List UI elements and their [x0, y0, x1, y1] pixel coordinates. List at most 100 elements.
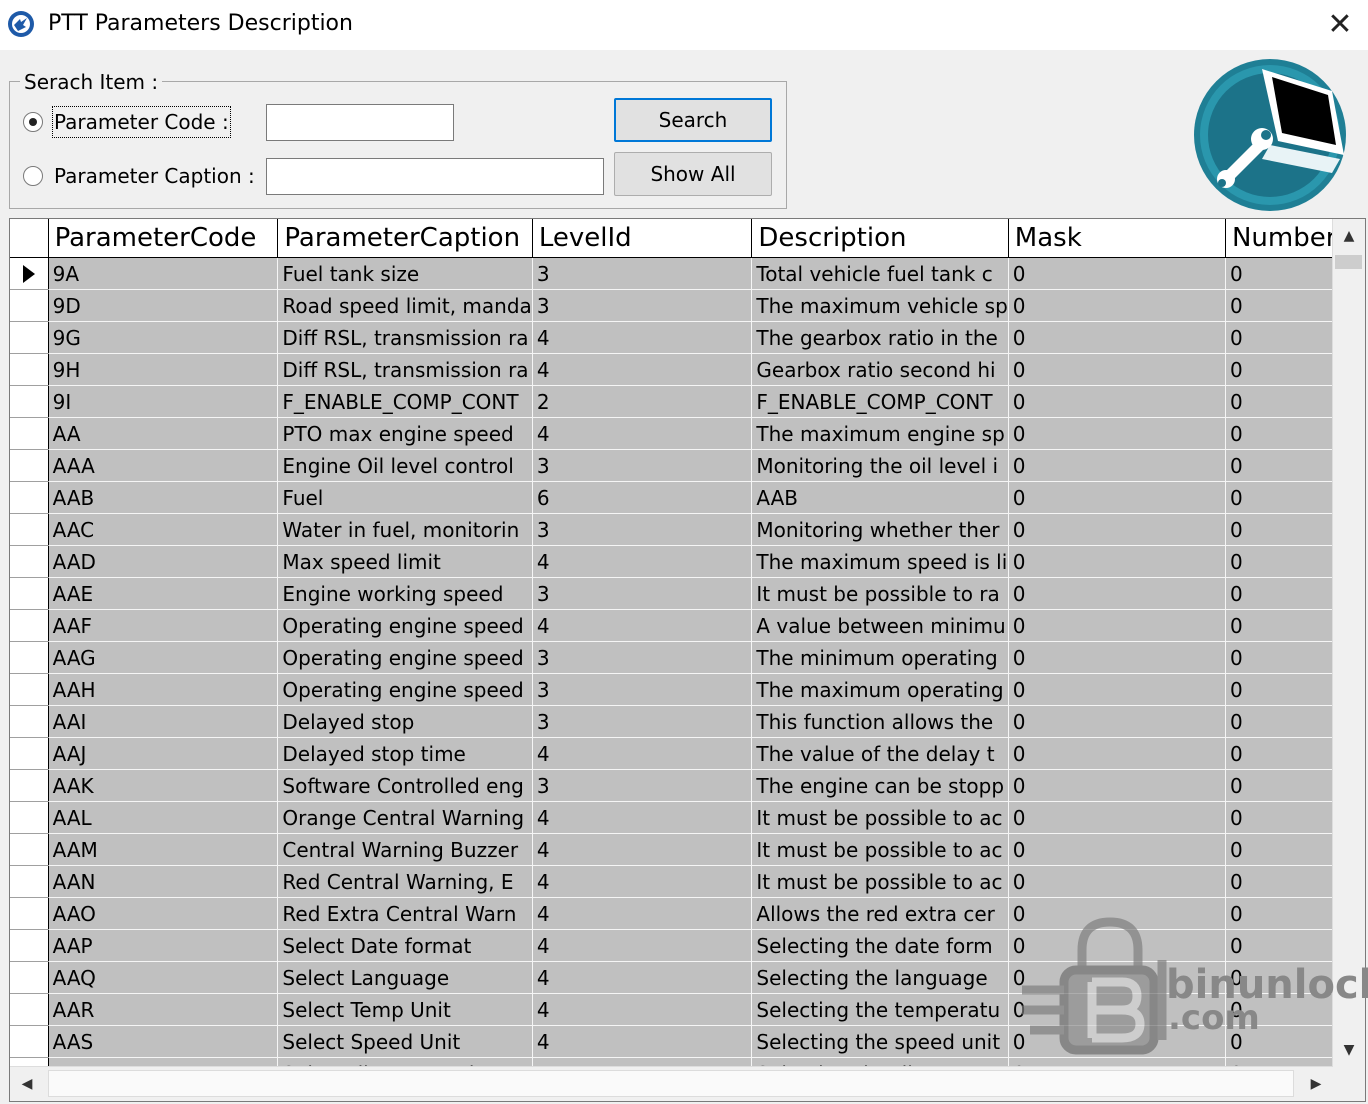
cell-mask[interactable]: 0 [1008, 577, 1226, 610]
scroll-up-arrow-icon[interactable]: ▲ [1333, 219, 1365, 253]
table-row[interactable]: AAI Delayed stop 3 This function allows the… [10, 705, 1365, 738]
cell-mask[interactable]: 0 [1008, 417, 1226, 450]
row-selector[interactable] [10, 609, 49, 642]
cell-parametercode[interactable]: 9A [48, 257, 279, 290]
cell-levelid[interactable]: 4 [532, 321, 753, 354]
cell-levelid[interactable]: 3 [532, 449, 753, 482]
cell-levelid[interactable]: 3 [532, 641, 753, 674]
table-row[interactable]: AAL Orange Central Warning 4 It must be pos… [10, 801, 1365, 834]
cell-description[interactable]: It must be possible to ac [751, 833, 1009, 866]
table-row[interactable]: AAJ Delayed stop time 4 The value of the de… [10, 737, 1365, 770]
cell-parametercode[interactable]: AAP [48, 929, 279, 962]
row-selector[interactable] [10, 993, 49, 1026]
cell-mask[interactable]: 0 [1008, 385, 1226, 418]
cell-description[interactable]: The minimum operating [751, 641, 1009, 674]
row-selector[interactable] [10, 385, 49, 418]
row-selector[interactable] [10, 961, 49, 994]
cell-mask[interactable]: 0 [1008, 609, 1226, 642]
cell-levelid[interactable]: 3 [532, 513, 753, 546]
row-selector[interactable] [10, 769, 49, 802]
table-row[interactable]: 9D Road speed limit, manda 3 The maximum ve… [10, 289, 1365, 322]
cell-parametercaption[interactable]: Diff RSL, transmission ra [277, 321, 533, 354]
row-selector[interactable] [10, 705, 49, 738]
cell-description[interactable]: Gearbox ratio second hi [751, 353, 1009, 386]
cell-levelid[interactable]: 4 [532, 929, 753, 962]
cell-description[interactable]: F_ENABLE_COMP_CONT [751, 385, 1009, 418]
cell-parametercode[interactable]: AAN [48, 865, 279, 898]
cell-parametercode[interactable]: AAS [48, 1025, 279, 1058]
cell-description[interactable]: AAB [751, 481, 1009, 514]
row-selector[interactable] [10, 257, 49, 290]
cell-description[interactable]: This function allows the [751, 705, 1009, 738]
table-row[interactable]: AAH Operating engine speed 3 The maximum op… [10, 673, 1365, 706]
cell-parametercaption[interactable]: Red Extra Central Warn [277, 897, 533, 930]
row-selector[interactable] [10, 673, 49, 706]
cell-levelid[interactable]: 3 [532, 705, 753, 738]
cell-mask[interactable]: 0 [1008, 289, 1226, 322]
cell-parametercaption[interactable]: Orange Central Warning [277, 801, 533, 834]
cell-parametercode[interactable]: AAR [48, 993, 279, 1026]
cell-parametercaption[interactable]: Engine working speed [277, 577, 533, 610]
column-header-mask[interactable]: Mask [1008, 219, 1226, 258]
cell-parametercode[interactable]: AAD [48, 545, 279, 578]
cell-parametercode[interactable]: AAE [48, 577, 279, 610]
table-row[interactable]: AAM Central Warning Buzzer 4 It must be pos… [10, 833, 1365, 866]
cell-levelid[interactable]: 4 [532, 993, 753, 1026]
cell-mask[interactable]: 0 [1008, 833, 1226, 866]
cell-description[interactable]: The engine can be stopp [751, 769, 1009, 802]
cell-levelid[interactable]: 2 [532, 385, 753, 418]
cell-levelid[interactable]: 3 [532, 769, 753, 802]
cell-description[interactable]: The maximum speed is li [751, 545, 1009, 578]
cell-description[interactable]: Monitoring whether ther [751, 513, 1009, 546]
cell-description[interactable]: It must be possible to ra [751, 577, 1009, 610]
cell-parametercode[interactable]: 9D [48, 289, 279, 322]
cell-parametercode[interactable]: 9H [48, 353, 279, 386]
cell-levelid[interactable]: 6 [532, 481, 753, 514]
cell-parametercode[interactable]: AAH [48, 673, 279, 706]
cell-parametercaption[interactable]: F_ENABLE_COMP_CONT [277, 385, 533, 418]
cell-parametercode[interactable]: AA [48, 417, 279, 450]
row-selector[interactable] [10, 1025, 49, 1058]
row-selector[interactable] [10, 897, 49, 930]
cell-mask[interactable]: 0 [1008, 353, 1226, 386]
cell-parametercaption[interactable]: PTO max engine speed [277, 417, 533, 450]
horizontal-scrollbar[interactable]: ◀ ▶ [10, 1066, 1333, 1101]
row-selector[interactable] [10, 833, 49, 866]
cell-mask[interactable]: 0 [1008, 641, 1226, 674]
parameter-code-label[interactable]: Parameter Code : [52, 106, 231, 138]
search-button[interactable]: Search [614, 98, 772, 142]
cell-parametercaption[interactable]: Water in fuel, monitorin [277, 513, 533, 546]
table-row[interactable]: AAD Max speed limit 4 The maximum speed is … [10, 545, 1365, 578]
cell-levelid[interactable]: 4 [532, 833, 753, 866]
table-row[interactable]: 9G Diff RSL, transmission ra 4 The gearbox … [10, 321, 1365, 354]
cell-mask[interactable]: 0 [1008, 257, 1226, 290]
row-selector[interactable] [10, 417, 49, 450]
column-header-parametercaption[interactable]: ParameterCaption [277, 219, 533, 258]
cell-levelid[interactable]: 4 [532, 801, 753, 834]
column-header-parametercode[interactable]: ParameterCode [48, 219, 279, 258]
cell-parametercode[interactable]: 9G [48, 321, 279, 354]
cell-description[interactable]: Selecting the temperatu [751, 993, 1009, 1026]
cell-parametercode[interactable]: AAM [48, 833, 279, 866]
cell-levelid[interactable]: 4 [532, 353, 753, 386]
cell-mask[interactable]: 0 [1008, 737, 1226, 770]
row-selector[interactable] [10, 737, 49, 770]
horizontal-scroll-thumb[interactable] [48, 1070, 1294, 1097]
column-header-description[interactable]: Description [751, 219, 1009, 258]
cell-parametercode[interactable]: AAJ [48, 737, 279, 770]
cell-parametercaption[interactable]: Engine Oil level control [277, 449, 533, 482]
cell-mask[interactable]: 0 [1008, 545, 1226, 578]
row-selector[interactable] [10, 353, 49, 386]
row-selector[interactable] [10, 321, 49, 354]
cell-description[interactable]: A value between minimu [751, 609, 1009, 642]
cell-parametercaption[interactable]: Max speed limit [277, 545, 533, 578]
scroll-right-arrow-icon[interactable]: ▶ [1299, 1067, 1333, 1101]
cell-levelid[interactable]: 4 [532, 609, 753, 642]
cell-mask[interactable]: 0 [1008, 321, 1226, 354]
cell-description[interactable]: Selecting the date form [751, 929, 1009, 962]
close-button[interactable]: ✕ [1312, 0, 1368, 48]
cell-levelid[interactable]: 4 [532, 865, 753, 898]
cell-parametercaption[interactable]: Red Central Warning, E [277, 865, 533, 898]
cell-parametercode[interactable]: AAA [48, 449, 279, 482]
table-row[interactable]: AAA Engine Oil level control 3 Monitoring t… [10, 449, 1365, 482]
